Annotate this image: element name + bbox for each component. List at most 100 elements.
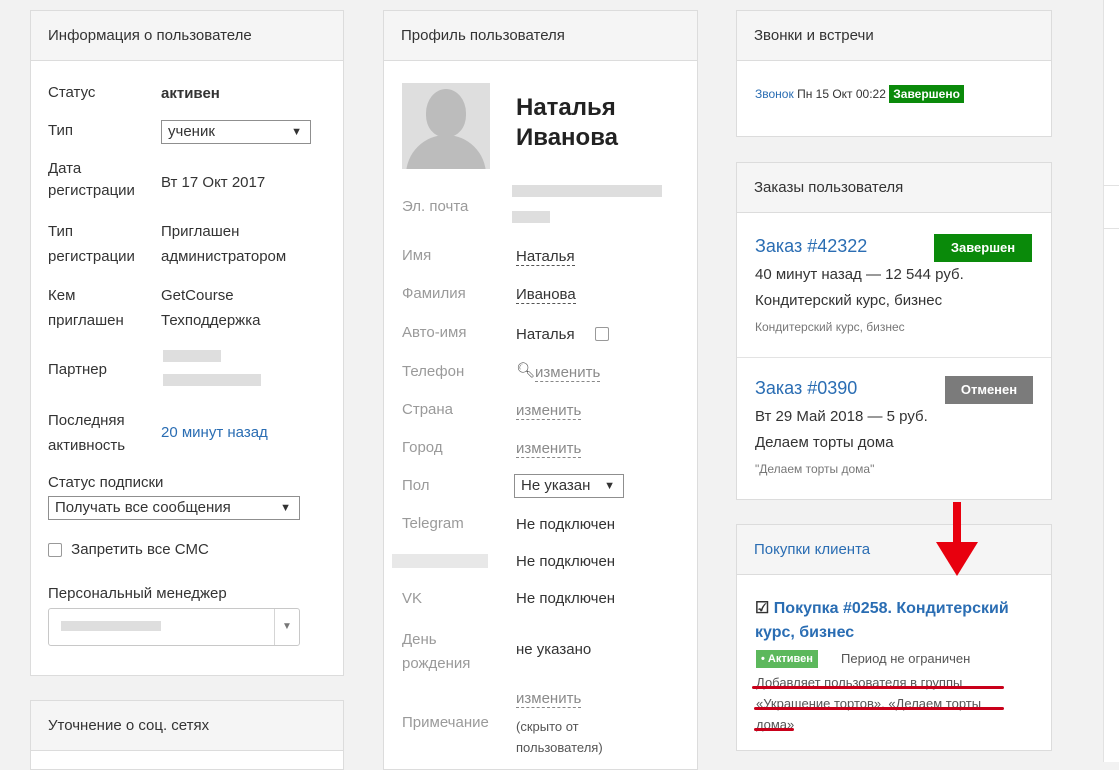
user-info-panel: Информация о пользователе Статус активен… <box>30 10 344 676</box>
vk-value: Не подключен <box>516 590 616 607</box>
order-number-link[interactable]: Заказ #42322 <box>755 236 867 257</box>
purchases-panel: Покупки клиента ☑ Покупка #0258. Кондите… <box>736 524 1052 751</box>
type-select-value: ученик <box>168 123 215 140</box>
search-icon: 🔍︎ <box>516 362 536 379</box>
purchase-period: Период не ограничен <box>841 651 971 666</box>
reg-date-value: Вт 17 Окт 2017 <box>161 174 266 191</box>
city-label: Город <box>402 439 443 456</box>
birthday-label: День рождения <box>402 631 471 672</box>
country-label: Страна <box>402 401 454 418</box>
social-panel: Уточнение о соц. сетях <box>30 700 344 770</box>
last-activity-label: Последняя активность <box>48 412 126 454</box>
call-row: Звонок Пн 15 Окт 00:22 Завершено <box>755 85 964 103</box>
birthday-value: не указано <box>516 641 592 658</box>
orders-title: Заказы пользователя <box>737 163 1051 213</box>
sms-label: Запретить все СМС <box>71 541 209 558</box>
type-select[interactable]: ученик ▼ <box>161 120 311 144</box>
purchases-title: Покупки клиента <box>737 525 1051 575</box>
redacted-label <box>392 554 488 568</box>
order-status-badge: Отменен <box>945 376 1033 404</box>
order-item: Заказ #0390 Отменен Вт 29 Май 2018 — 5 р… <box>737 358 1051 499</box>
chevron-down-icon: ▼ <box>274 609 299 645</box>
annotation-underline <box>754 728 794 731</box>
calls-title: Звонки и встречи <box>737 11 1051 61</box>
chevron-down-icon: ▼ <box>291 126 302 138</box>
city-change-link[interactable]: изменить <box>516 440 582 458</box>
name-value[interactable]: Наталья <box>516 248 575 266</box>
autoname-checkbox[interactable] <box>595 327 609 341</box>
order-status-badge: Завершен <box>934 234 1032 262</box>
note-hint: (скрыто от пользователя) <box>516 719 603 755</box>
telegram-label: Telegram <box>402 515 464 532</box>
call-status-badge: Завершено <box>889 85 964 103</box>
orders-panel: Заказы пользователя Заказ #42322 Заверше… <box>736 162 1052 500</box>
subscription-label: Статус подписки <box>48 474 164 491</box>
subscription-select[interactable]: Получать все сообщения ▼ <box>48 496 300 520</box>
subscription-select-value: Получать все сообщения <box>55 499 231 516</box>
sms-checkbox[interactable] <box>48 543 62 558</box>
profile-title: Профиль пользователя <box>384 11 697 61</box>
email-value-redacted-2 <box>512 211 550 223</box>
status-value: активен <box>161 85 220 102</box>
note-change-link[interactable]: изменить <box>516 690 582 708</box>
chevron-down-icon: ▼ <box>280 502 291 514</box>
type-label: Тип <box>48 122 74 139</box>
partner-value-redacted-2 <box>163 374 261 386</box>
email-label: Эл. почта <box>402 198 469 215</box>
order-meta: 40 минут назад — 12 544 руб. <box>755 266 964 283</box>
order-sub: Кондитерский курс, бизнес <box>755 320 905 334</box>
purchase-title-link[interactable]: ☑ Покупка #0258. Кондитерский курс, бизне… <box>755 597 1009 645</box>
order-meta: Вт 29 Май 2018 — 5 руб. <box>755 408 928 425</box>
email-value-redacted <box>512 185 662 197</box>
partner-value-redacted <box>163 350 221 362</box>
partner-label: Партнер <box>48 361 107 378</box>
reg-type-label: Тип регистрации <box>48 223 135 265</box>
gender-select-value: Не указан <box>521 477 591 494</box>
autoname-label: Авто-имя <box>402 324 467 341</box>
note-label: Примечание <box>402 714 489 731</box>
purchase-groups: Добавляет пользователя в группы «Украшени… <box>756 675 982 732</box>
phone-label: Телефон <box>402 363 465 380</box>
name-label: Имя <box>402 247 432 264</box>
autoname-value: Наталья <box>516 326 575 343</box>
surname-value[interactable]: Иванова <box>516 286 576 304</box>
user-info-title: Информация о пользователе <box>31 11 343 61</box>
vk-label: VK <box>402 590 423 607</box>
surname-label: Фамилия <box>402 285 466 302</box>
annotation-arrow-icon <box>936 502 978 576</box>
annotation-underline <box>754 707 1004 710</box>
gender-select[interactable]: Не указан ▼ <box>514 474 624 498</box>
sms-checkbox-row[interactable]: Запретить все СМС <box>48 541 209 558</box>
status-label: Статус <box>48 84 96 101</box>
checkbox-checked-icon: ☑ <box>755 600 770 617</box>
redacted-network-value: Не подключен <box>516 553 616 570</box>
order-name: Кондитерский курс, бизнес <box>755 292 943 309</box>
profile-panel: Профиль пользователя Наталья Иванова Эл. … <box>383 10 698 770</box>
reg-date-label: Дата регистрации <box>48 160 135 199</box>
country-change-link[interactable]: изменить <box>516 402 582 420</box>
social-title: Уточнение о соц. сетях <box>31 701 343 751</box>
order-name: Делаем торты дома <box>755 434 894 451</box>
calls-panel: Звонки и встречи Звонок Пн 15 Окт 00:22 … <box>736 10 1052 137</box>
chevron-down-icon: ▼ <box>604 480 615 492</box>
right-edge-panel <box>1103 0 1119 762</box>
last-activity-link[interactable]: 20 минут назад <box>161 424 268 441</box>
profile-full-name: Наталья Иванова <box>516 94 618 151</box>
call-date: Пн 15 Окт 00:22 <box>797 87 886 101</box>
telegram-value: Не подключен <box>516 516 616 533</box>
phone-change-link[interactable]: изменить <box>535 364 601 382</box>
call-link[interactable]: Звонок <box>755 87 794 101</box>
avatar <box>402 83 490 169</box>
manager-select[interactable]: ▼ <box>48 608 300 646</box>
active-badge: • Активен <box>756 650 818 668</box>
reg-type-value: Приглашен администратором <box>161 223 287 265</box>
manager-label: Персональный менеджер <box>48 585 227 602</box>
manager-value-redacted <box>61 621 161 631</box>
gender-label: Пол <box>402 477 430 494</box>
annotation-underline <box>752 686 1004 689</box>
invited-by-value: GetCourse Техподдержка <box>161 287 261 329</box>
invited-by-label: Кем приглашен <box>48 287 124 329</box>
order-item: Заказ #42322 Завершен 40 минут назад — 1… <box>737 214 1051 358</box>
order-number-link[interactable]: Заказ #0390 <box>755 378 857 399</box>
order-sub: "Делаем торты дома" <box>755 462 875 476</box>
